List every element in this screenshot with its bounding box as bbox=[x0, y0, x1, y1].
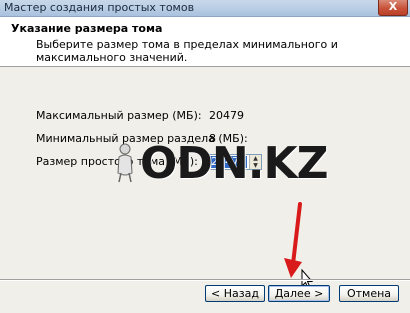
back-button[interactable]: < Назад bbox=[205, 285, 265, 302]
max-size-value: 20479 bbox=[209, 109, 244, 122]
page-title: Указание размера тома bbox=[11, 22, 163, 35]
close-icon[interactable]: X bbox=[378, 0, 408, 16]
button-divider bbox=[0, 279, 410, 281]
wizard-window: Мастер создания простых томов X Указание… bbox=[0, 0, 410, 313]
window-title: Мастер создания простых томов bbox=[4, 1, 195, 14]
page-description: Выберите размер тома в пределах минималь… bbox=[36, 38, 338, 64]
max-size-label: Максимальный размер (МБ): bbox=[36, 109, 202, 122]
cancel-button[interactable]: Отмена bbox=[339, 285, 399, 302]
next-button[interactable]: Далее > bbox=[268, 285, 330, 302]
title-bar[interactable]: Мастер создания простых томов X bbox=[0, 0, 410, 17]
watermark-figure-icon bbox=[117, 143, 133, 183]
watermark-logo: ODN.KZ bbox=[140, 138, 328, 189]
max-size-row: Максимальный размер (МБ): 20479 bbox=[36, 109, 244, 122]
wizard-header: Указание размера тома Выберите размер то… bbox=[0, 17, 410, 67]
